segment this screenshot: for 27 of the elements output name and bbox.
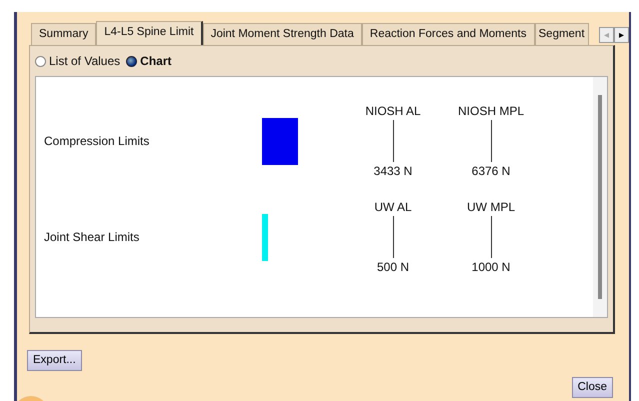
tab[interactable]: Joint Moment Strength Data [202,23,362,45]
limit-name: UW AL [374,199,412,216]
tab[interactable]: Reaction Forces and Moments [362,23,534,45]
limit-line [490,216,492,258]
close-button[interactable]: Close [572,377,613,398]
radio-button[interactable] [35,56,46,66]
tab-scroll-button[interactable]: ▸ [614,27,629,43]
limit-value: 500 N [376,259,410,276]
limit-line [490,120,492,162]
export-button[interactable]: Export... [27,350,82,371]
radio-label[interactable]: Chart [140,52,172,70]
limit-name: NIOSH MPL [458,103,524,120]
tab[interactable]: Segment [534,23,589,45]
limit-value: 6376 N [472,163,510,180]
radio-label[interactable]: List of Values [49,52,120,70]
limit-line [392,120,394,162]
tab[interactable]: L4-L5 Spine Limit [96,21,203,45]
row-label: Compression Limits [43,133,150,150]
limit-value: 3433 N [374,163,412,180]
limit-name: NIOSH AL [365,103,421,120]
row-label: Joint Shear Limits [43,229,140,246]
limit-line [392,216,394,258]
scrollbar[interactable] [593,77,607,317]
tab[interactable]: Summary [31,23,96,45]
limit-value: 1000 N [472,259,510,276]
radio-button[interactable] [126,56,138,66]
limit-name: UW MPL [467,199,515,216]
